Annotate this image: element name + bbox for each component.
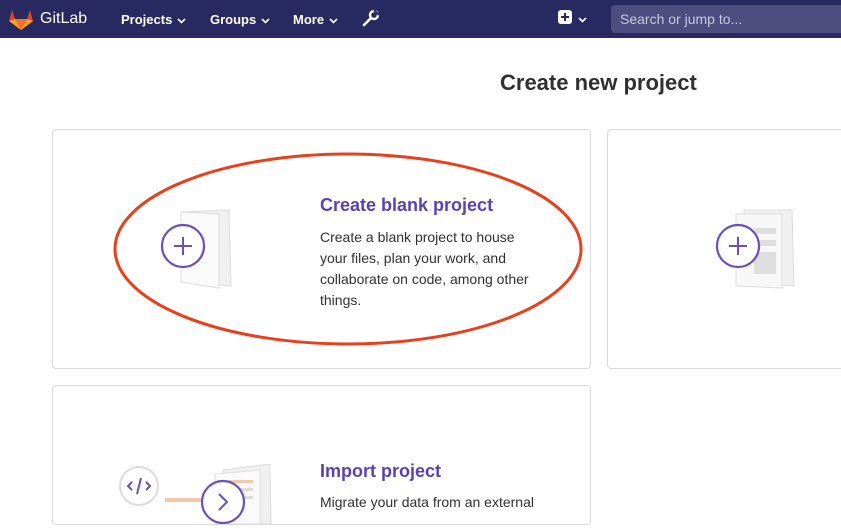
- card-description: Create a blank project to house your fil…: [320, 227, 529, 311]
- top-navbar: GitLab Projects Groups More Search or ju…: [0, 0, 841, 38]
- card-title: Import project: [320, 461, 442, 481]
- blank-project-illustration-icon: [159, 206, 243, 295]
- card-description-line: your files, plan your work, and: [320, 250, 506, 266]
- chevron-down-icon: [177, 12, 186, 27]
- page-title: Create new project: [500, 70, 697, 95]
- plus-square-icon: [558, 9, 572, 29]
- card-description: Migrate your data from an external: [320, 494, 534, 510]
- chevron-down-icon: [329, 12, 338, 27]
- nav-more-dropdown[interactable]: More: [293, 0, 338, 38]
- brand-name: GitLab: [40, 10, 88, 27]
- import-project-illustration-icon: [115, 463, 285, 529]
- admin-area-button[interactable]: [362, 0, 380, 38]
- card-description-line: Create a blank project to house: [320, 229, 515, 245]
- nav-groups-dropdown[interactable]: Groups: [210, 0, 270, 38]
- card-title: Create blank project: [320, 195, 494, 215]
- search-placeholder: Search or jump to...: [620, 11, 743, 27]
- import-project-card[interactable]: Import project Migrate your data from an…: [52, 385, 591, 525]
- nav-projects-label: Projects: [121, 11, 173, 27]
- nav-groups-label: Groups: [210, 11, 257, 27]
- nav-more-label: More: [293, 11, 325, 27]
- create-from-template-card[interactable]: [607, 129, 841, 369]
- card-description-line: collaborate on code, among other: [320, 271, 529, 287]
- card-description-line: things.: [320, 292, 362, 308]
- new-item-dropdown[interactable]: [558, 9, 588, 29]
- nav-projects-dropdown[interactable]: Projects: [121, 0, 186, 38]
- create-blank-project-card[interactable]: Create blank project Create a blank proj…: [52, 129, 591, 369]
- gitlab-logo-icon: [8, 7, 34, 31]
- template-project-illustration-icon: [714, 206, 798, 295]
- chevron-down-icon: [261, 12, 270, 27]
- chevron-down-icon: [578, 10, 587, 28]
- wrench-icon: [362, 8, 380, 30]
- search-input[interactable]: Search or jump to...: [611, 5, 841, 33]
- gitlab-home-link[interactable]: GitLab: [8, 6, 87, 32]
